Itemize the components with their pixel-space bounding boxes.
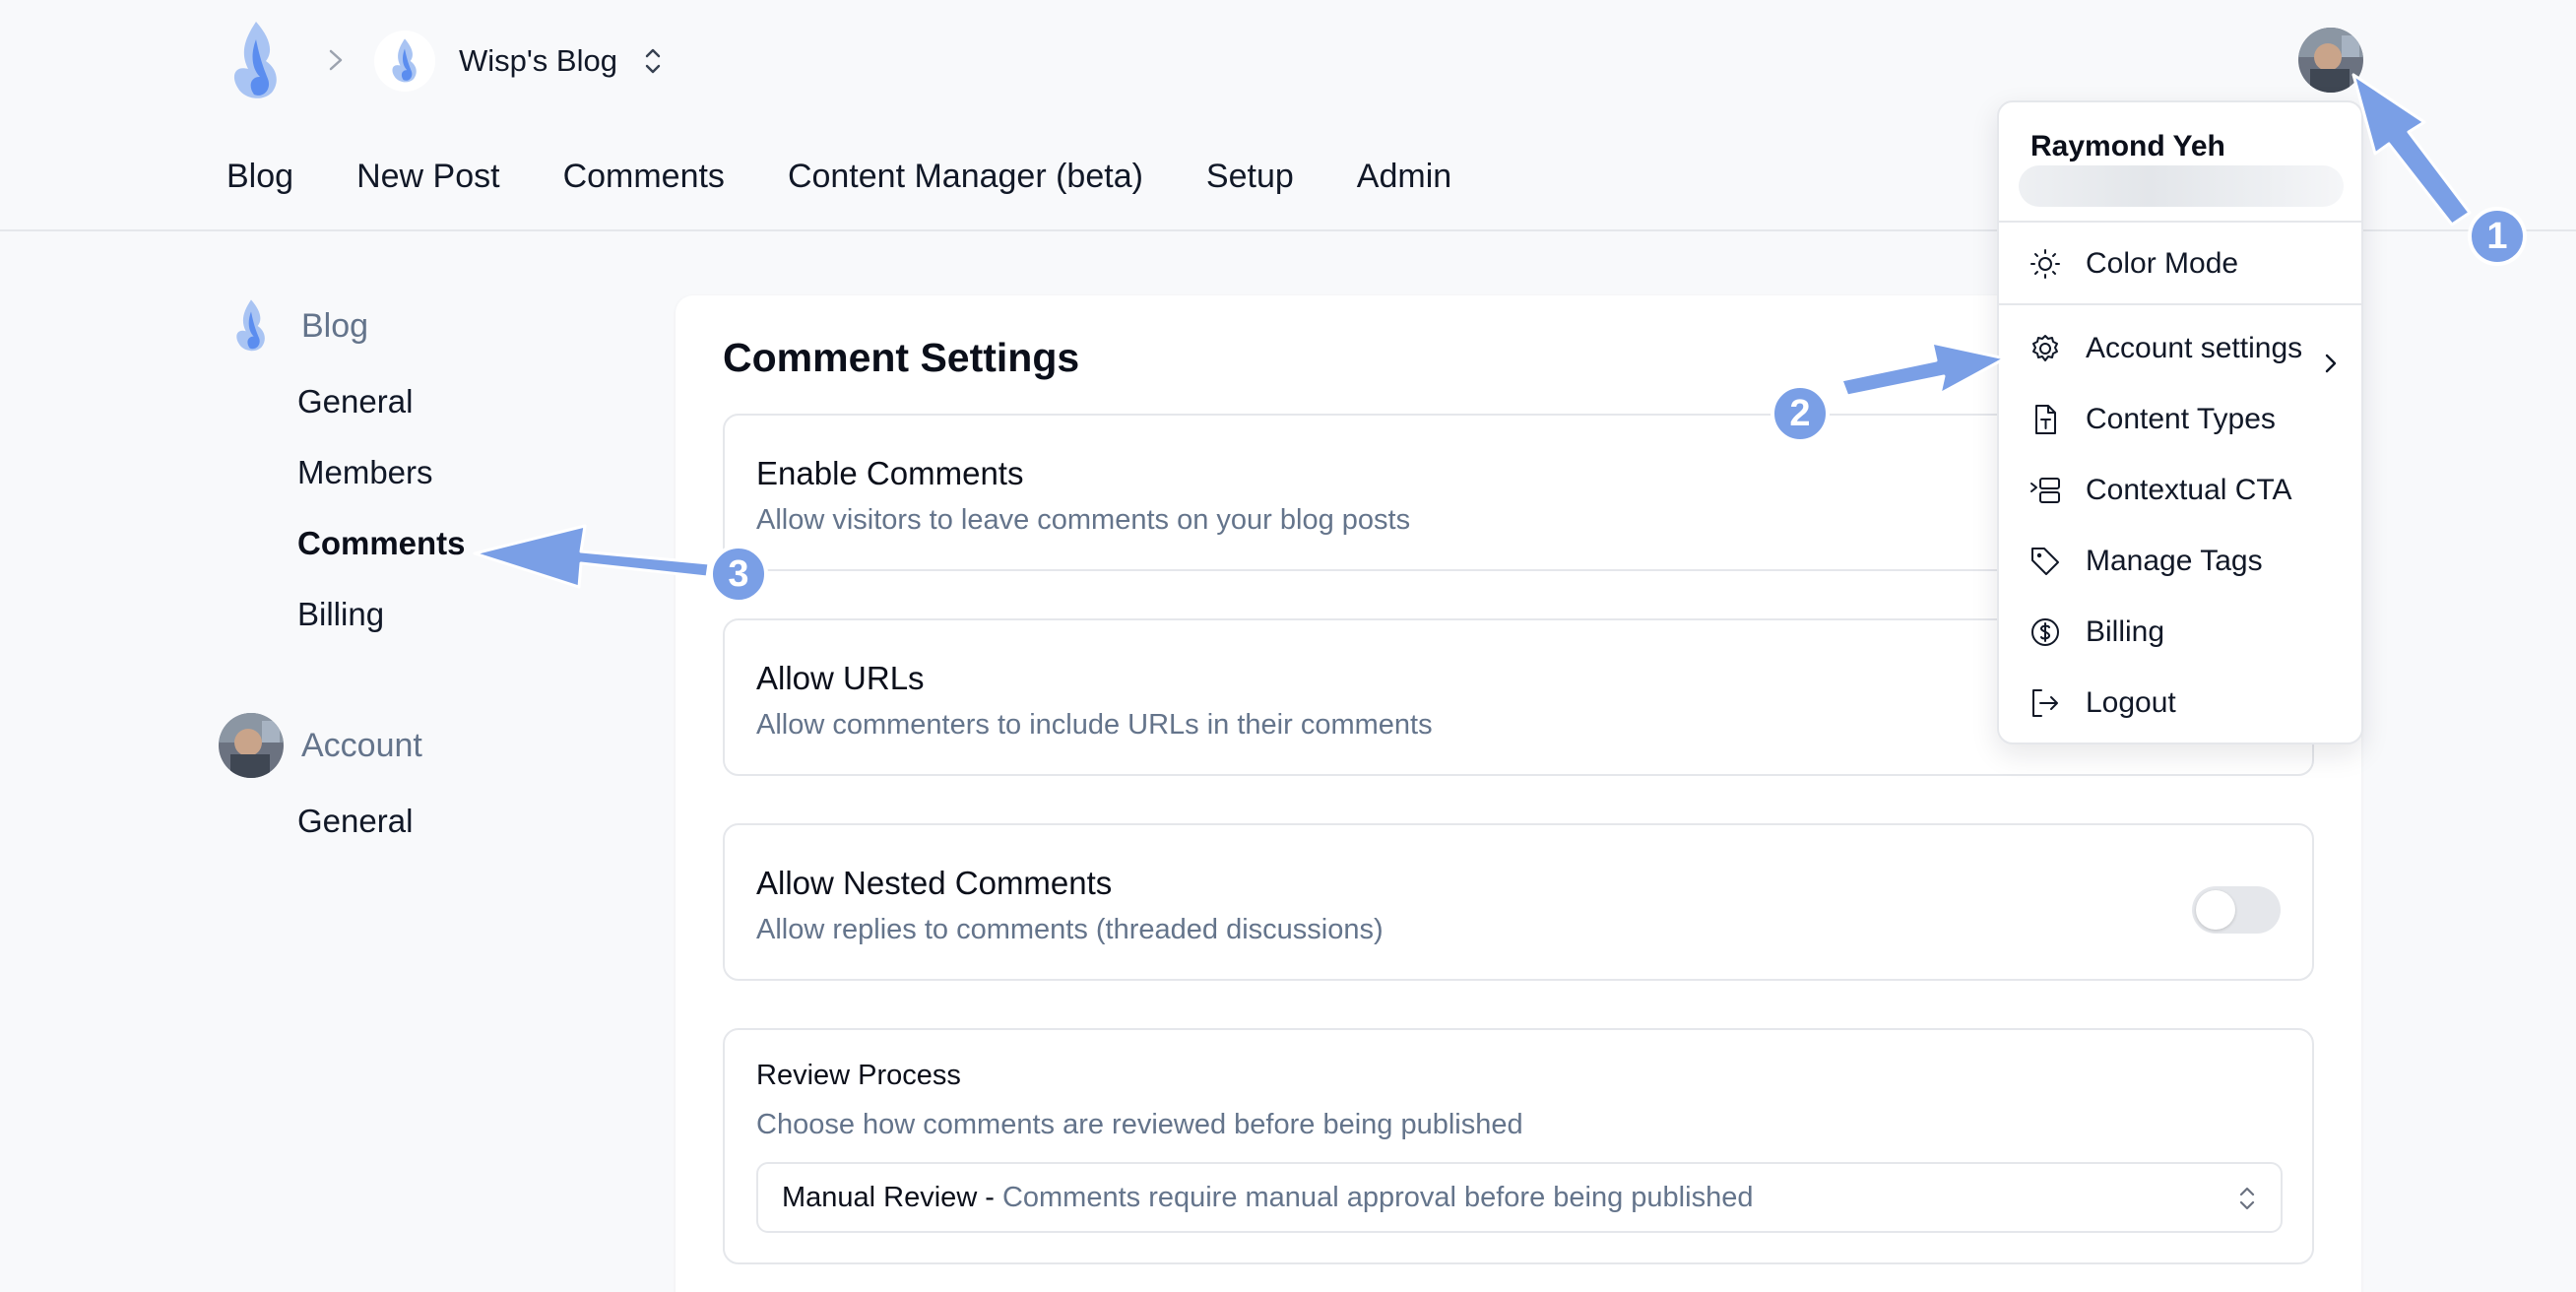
chevron-up-down-icon [2239, 1187, 2255, 1210]
sidebar-item-account-general[interactable]: General [297, 786, 422, 857]
sidebar-item-members[interactable]: Members [297, 437, 466, 508]
wisp-logo-icon[interactable] [226, 20, 286, 102]
select-value: Manual Review [782, 1181, 978, 1213]
nav-admin[interactable]: Admin [1357, 158, 1451, 196]
menu-item-label: Content Types [2086, 403, 2276, 435]
sidebar-account-header: Account [219, 713, 422, 778]
menu-user-email-redacted [2019, 165, 2344, 207]
setting-description: Allow replies to comments (threaded disc… [756, 914, 1384, 945]
sidebar-item-billing[interactable]: Billing [297, 579, 466, 650]
menu-item-label: Color Mode [2086, 247, 2239, 280]
cta-layout-icon [2030, 478, 2060, 503]
review-process-select[interactable]: Manual Review - Comments require manual … [756, 1162, 2283, 1233]
logout-icon [2032, 689, 2058, 717]
toggle-knob [2196, 890, 2235, 930]
setting-title: Allow URLs [756, 660, 925, 696]
nav-new-post[interactable]: New Post [356, 158, 500, 196]
select-value-description: Comments require manual approval before … [1001, 1181, 1754, 1213]
nav-blog[interactable]: Blog [226, 158, 293, 196]
nav-setup[interactable]: Setup [1206, 158, 1294, 196]
review-title: Review Process [756, 1060, 961, 1091]
menu-item-label: Manage Tags [2086, 545, 2263, 577]
menu-item-contextual-cta[interactable]: Contextual CTA [2029, 467, 2344, 514]
gear-icon [2032, 335, 2058, 361]
setting-title: Allow Nested Comments [756, 865, 1113, 901]
menu-divider [1999, 221, 2361, 223]
user-avatar[interactable] [2298, 28, 2363, 93]
chevron-up-down-icon [645, 48, 661, 74]
setting-description: Allow visitors to leave comments on your… [756, 504, 1411, 536]
breadcrumb-chevron-icon [329, 49, 343, 71]
menu-item-content-types[interactable]: Content Types [2029, 396, 2344, 443]
menu-item-manage-tags[interactable]: Manage Tags [2029, 538, 2344, 585]
annotation-badge-3: 3 [709, 545, 768, 604]
menu-item-label: Account settings [2086, 332, 2303, 364]
sidebar-item-comments[interactable]: Comments [297, 508, 466, 579]
sidebar-blog-label: Blog [301, 306, 369, 345]
nav-content-manager[interactable]: Content Manager (beta) [788, 158, 1143, 196]
file-type-icon [2035, 405, 2056, 434]
account-avatar [219, 713, 284, 778]
menu-item-logout[interactable]: Logout [2029, 679, 2344, 727]
menu-item-account-settings[interactable]: Account settings [2029, 325, 2344, 372]
menu-user-name: Raymond Yeh [2030, 130, 2225, 162]
setting-description: Allow commenters to include URLs in thei… [756, 709, 1433, 741]
menu-item-label: Contextual CTA [2086, 474, 2292, 506]
sun-icon [2030, 249, 2060, 279]
sidebar-blog-header: Blog [219, 293, 466, 358]
page-title: Comment Settings [723, 335, 1080, 380]
nav-comments[interactable]: Comments [563, 158, 725, 196]
review-process-section: Review Process Choose how comments are r… [723, 1028, 2314, 1264]
blog-switcher[interactable]: Wisp's Blog [374, 24, 665, 98]
setting-title: Enable Comments [756, 455, 1024, 491]
sidebar-item-general[interactable]: General [297, 366, 466, 437]
annotation-badge-1: 1 [2468, 207, 2527, 266]
menu-item-label: Logout [2086, 686, 2176, 719]
nested-comments-toggle[interactable] [2192, 886, 2281, 934]
menu-item-label: Billing [2086, 615, 2165, 648]
review-description: Choose how comments are reviewed before … [756, 1109, 1523, 1140]
blog-name: Wisp's Blog [459, 43, 617, 78]
user-menu: Raymond Yeh Color Mode Account settings [1997, 100, 2363, 744]
sidebar-account-group: Account General [219, 713, 422, 857]
annotation-badge-2: 2 [1771, 384, 1830, 443]
blog-logo-icon [374, 31, 435, 92]
main-nav: Blog New Post Comments Content Manager (… [226, 158, 1451, 196]
sidebar-blog-group: Blog General Members Comments Billing [219, 293, 466, 650]
dollar-circle-icon [2031, 618, 2059, 646]
blog-logo-icon [219, 293, 284, 358]
setting-allow-nested-comments: Allow Nested Comments Allow replies to c… [723, 823, 2314, 981]
menu-item-billing[interactable]: Billing [2029, 609, 2344, 656]
menu-divider [1999, 303, 2361, 305]
sidebar-account-label: Account [301, 726, 422, 764]
annotation-arrow-3 [473, 524, 711, 589]
select-separator: - [985, 1181, 995, 1213]
tag-icon [2031, 548, 2059, 575]
menu-item-color-mode[interactable]: Color Mode [2029, 240, 2344, 288]
